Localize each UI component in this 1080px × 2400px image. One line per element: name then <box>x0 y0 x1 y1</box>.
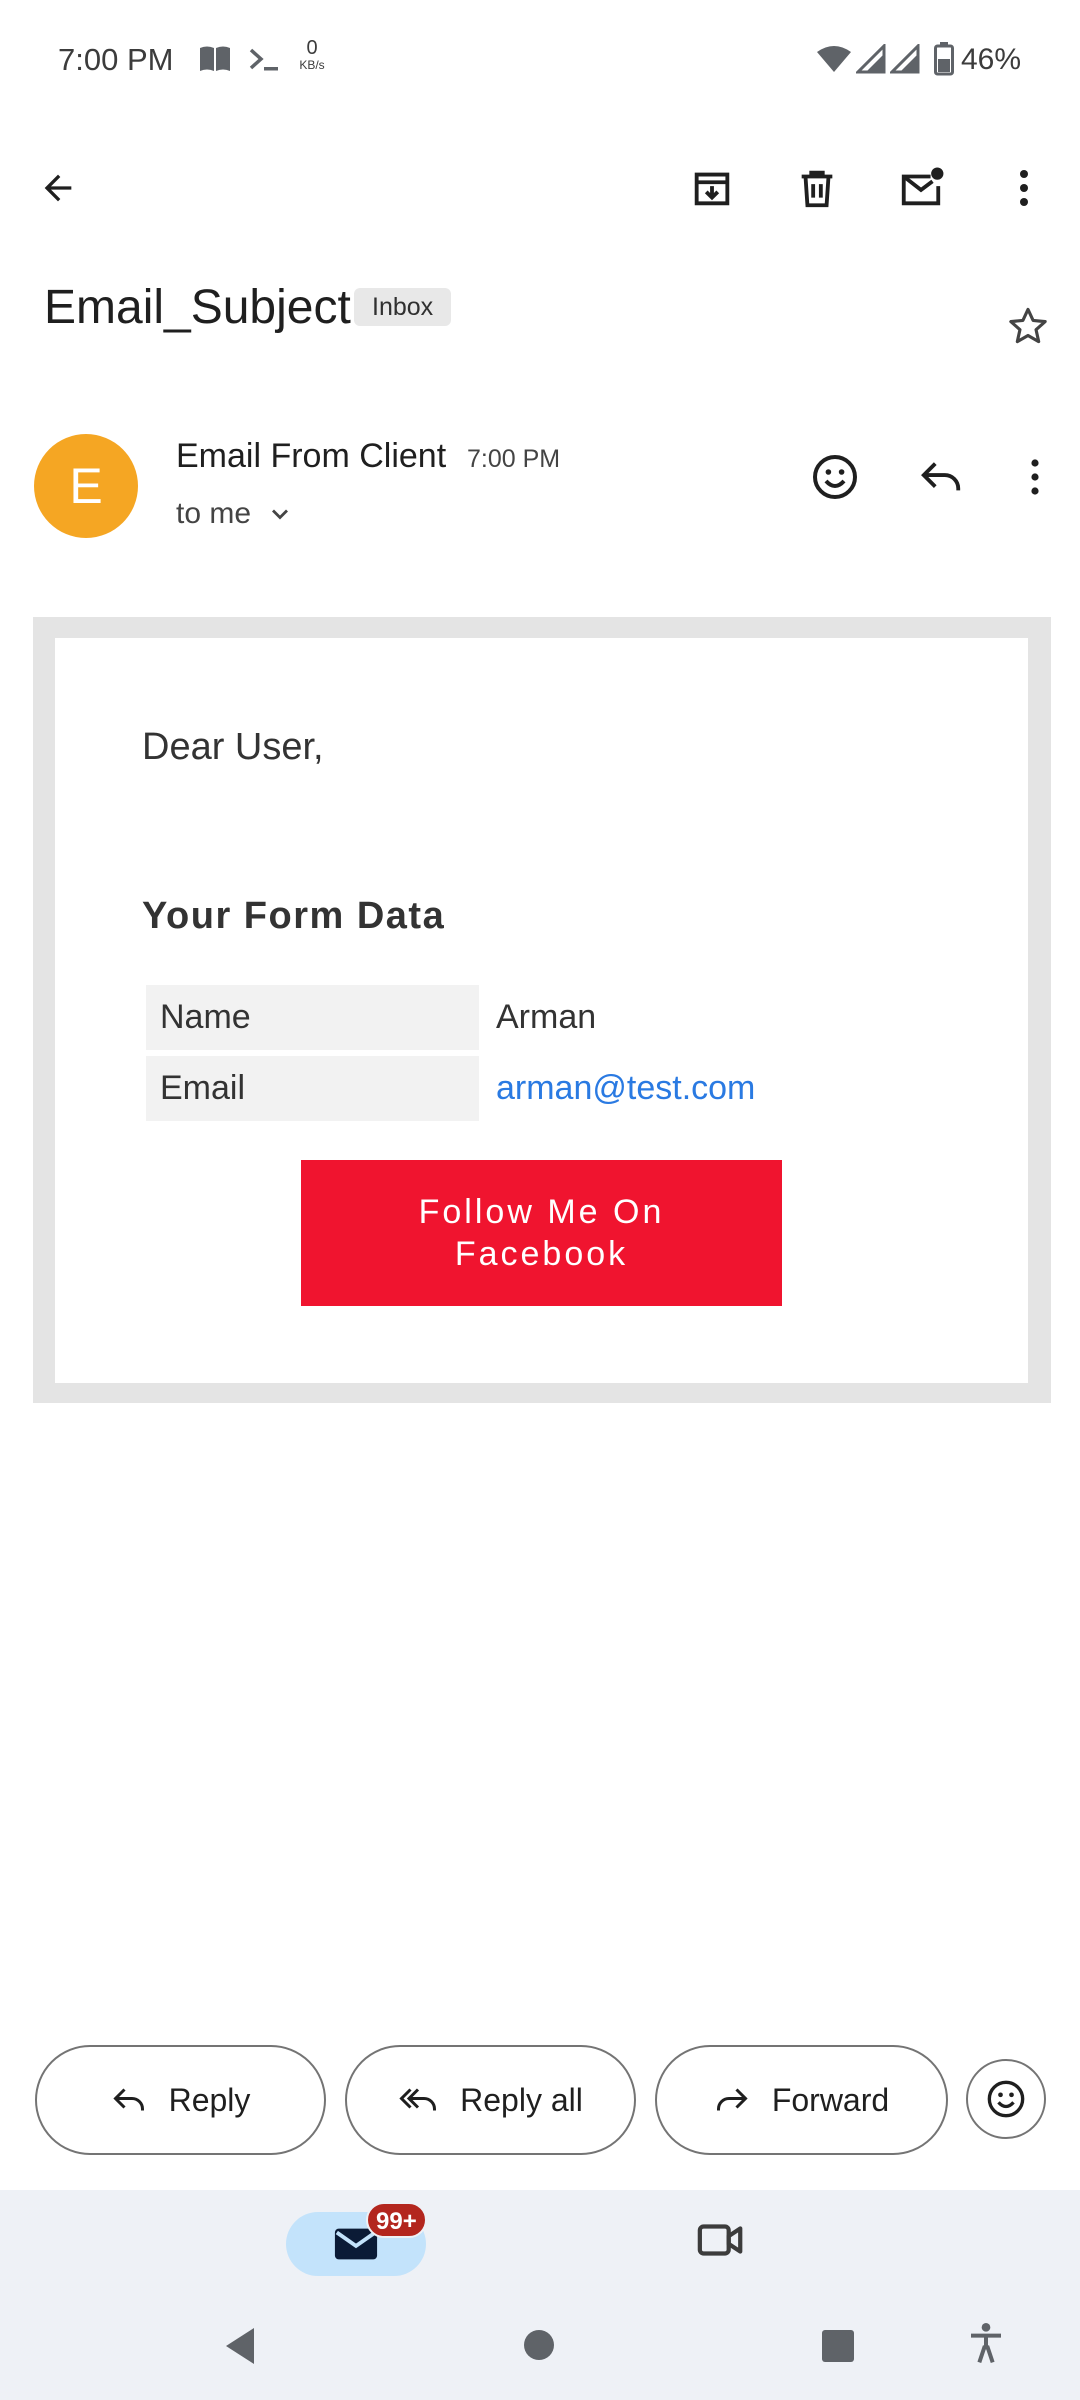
network-speed-value: 0 <box>306 37 318 59</box>
chevron-down-icon[interactable] <box>266 500 294 528</box>
email-time: 7:00 PM <box>467 445 561 473</box>
forward-icon <box>716 2088 748 2111</box>
back-arrow-icon <box>44 174 72 202</box>
form-row-label-email: Email <box>146 1056 479 1121</box>
mark-unread-button[interactable] <box>893 160 949 216</box>
react-emoji-button[interactable] <box>808 450 862 504</box>
message-more-button[interactable] <box>1020 450 1050 504</box>
forward-button[interactable]: Forward <box>655 2045 948 2155</box>
system-home-button[interactable] <box>524 2330 554 2360</box>
battery-icon <box>934 42 954 76</box>
system-recents-button[interactable] <box>822 2330 854 2362</box>
archive-icon <box>694 172 730 206</box>
follow-facebook-button[interactable]: Follow Me On Facebook <box>301 1160 782 1306</box>
forward-label: Forward <box>771 2081 890 2118</box>
form-data-title: Your Form Data <box>142 895 446 937</box>
inbox-label-chip[interactable]: Inbox <box>354 288 452 326</box>
star-icon <box>1009 307 1047 344</box>
system-back-button[interactable] <box>222 2326 258 2366</box>
greeting: Dear User, <box>142 726 324 768</box>
network-speed-unit: KB/s <box>299 58 325 72</box>
unread-count-badge: 99+ <box>366 2202 427 2238</box>
reply-label: Reply <box>168 2081 251 2118</box>
wifi-icon <box>816 44 852 74</box>
archive-button[interactable] <box>684 160 740 216</box>
reply-all-label: Reply all <box>460 2081 583 2118</box>
mark-unread-icon <box>901 167 944 206</box>
network-speed: 0 KB/s <box>292 38 332 72</box>
reply-all-icon <box>399 2088 437 2111</box>
more-vert-icon <box>1020 170 1028 206</box>
sender-avatar[interactable]: E <box>34 434 138 538</box>
signal-icon <box>856 44 886 74</box>
reply-icon-button[interactable] <box>914 450 968 504</box>
more-options-button[interactable] <box>1000 160 1048 216</box>
more-vert-icon <box>1031 459 1039 495</box>
email-subject: Email_Subject <box>44 281 351 334</box>
smiley-icon <box>813 455 857 499</box>
reply-icon <box>921 462 961 491</box>
accessibility-icon[interactable] <box>966 2322 1006 2366</box>
recipient-toggle[interactable]: to me <box>176 494 251 534</box>
form-row-label-name: Name <box>146 985 479 1050</box>
star-button[interactable] <box>1002 300 1054 352</box>
reply-icon <box>112 2088 144 2111</box>
book-icon <box>198 44 232 74</box>
battery-percent: 46% <box>961 43 1022 76</box>
smiley-icon <box>987 2080 1025 2118</box>
video-camera-icon <box>697 2224 743 2256</box>
terminal-icon <box>248 44 282 74</box>
back-button[interactable] <box>30 160 86 216</box>
reply-all-button[interactable]: Reply all <box>345 2045 636 2155</box>
signal-icon-secondary <box>890 44 920 74</box>
emoji-react-button[interactable] <box>966 2059 1046 2139</box>
nav-meet-tab[interactable] <box>696 2220 752 2268</box>
trash-icon <box>801 170 833 208</box>
reply-button[interactable]: Reply <box>35 2045 326 2155</box>
delete-button[interactable] <box>789 160 845 216</box>
follow-facebook-label: Follow Me On Facebook <box>418 1193 665 1273</box>
bottom-navigation <box>0 2190 1080 2400</box>
sender-name[interactable]: Email From Client <box>176 434 446 478</box>
email-link[interactable]: arman@test.com <box>496 1056 755 1121</box>
form-row-value-name: Arman <box>496 998 597 1036</box>
status-time: 7:00 PM <box>58 42 174 77</box>
